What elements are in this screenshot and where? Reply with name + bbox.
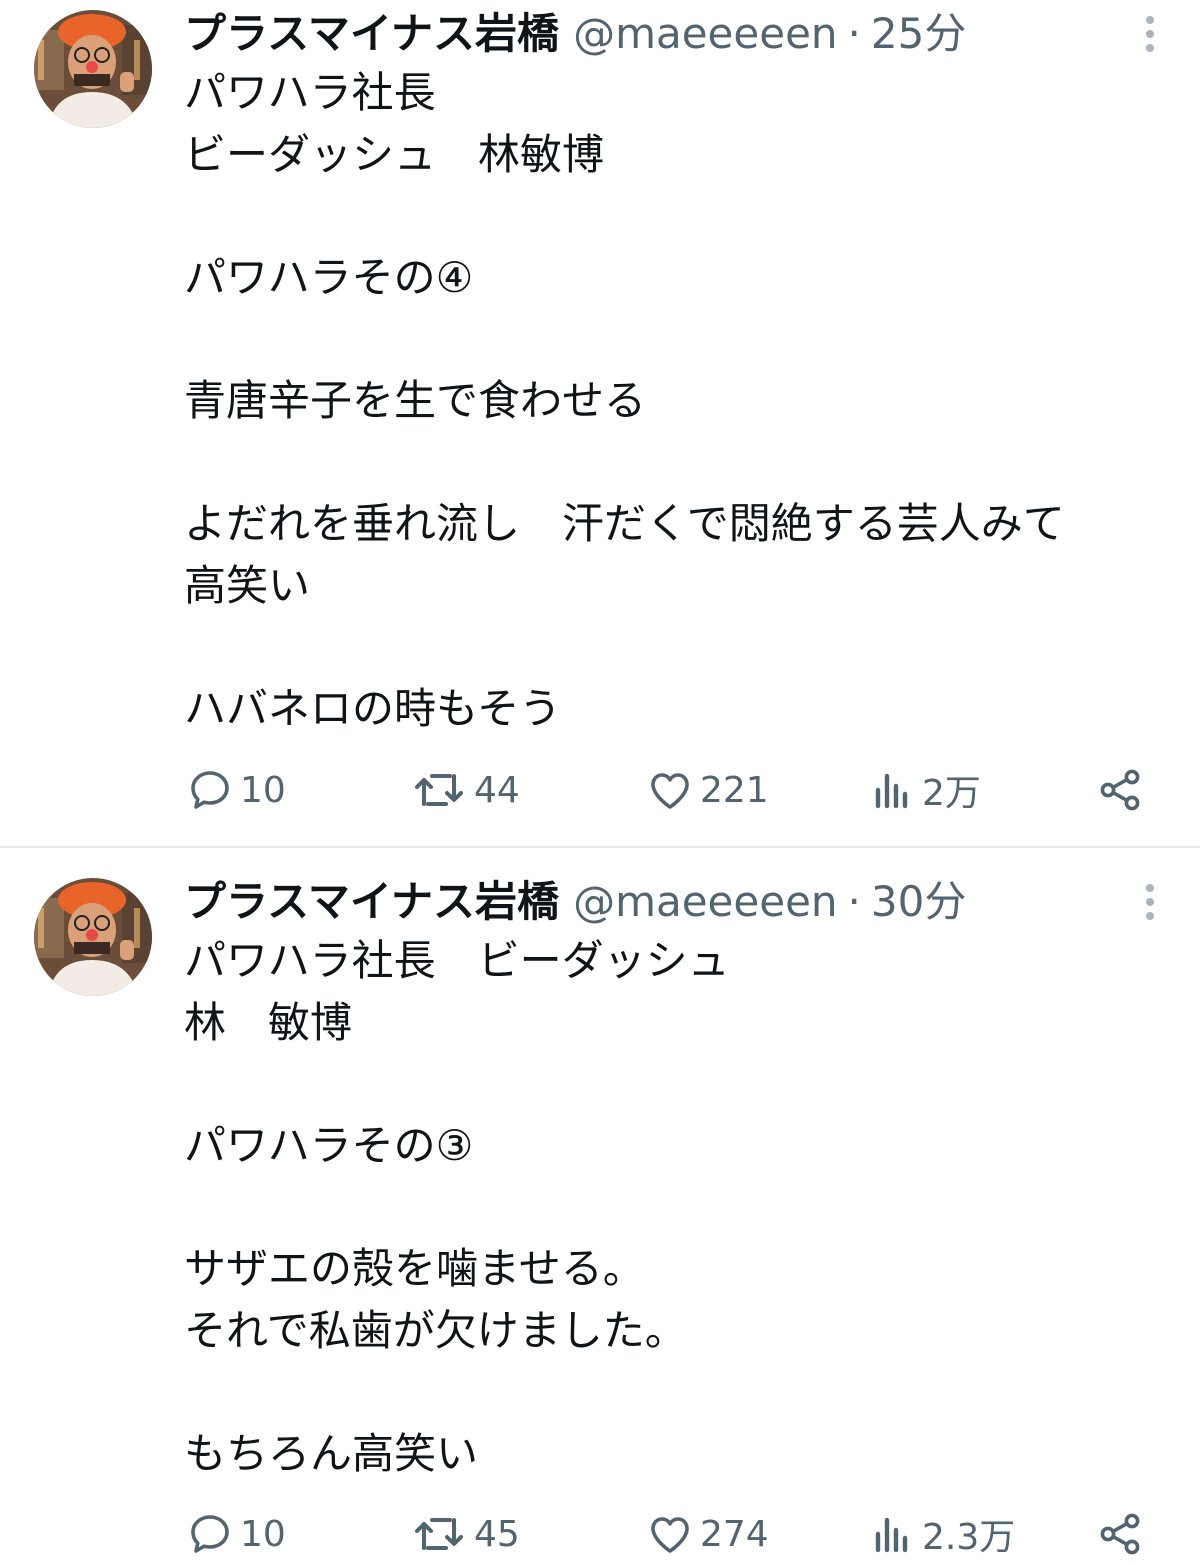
reply-icon [191,1515,229,1553]
repost-icon [415,774,463,806]
tweet-text-line: もちろん高笑い [184,1428,479,1478]
avatar[interactable] [34,10,152,128]
reply-count: 10 [240,1513,286,1555]
reply-button[interactable]: 10 [186,1504,286,1564]
repost-button[interactable]: 45 [412,1504,520,1564]
like-count: 274 [700,1513,769,1555]
tweet-text-line [184,185,1174,247]
tweet-text-line [184,1176,1174,1238]
tweet-text-line: よだれを垂れ流し 汗だくで悶絶する芸人みて [184,499,1065,549]
repost-count: 44 [474,769,520,811]
repost-count: 45 [474,1513,520,1555]
views-icon [875,1517,908,1553]
tweet-text-line [184,616,1174,678]
timestamp[interactable]: 30分 [871,874,966,930]
reply-count: 10 [240,769,286,811]
views-button[interactable]: 2万 [868,760,981,820]
like-button[interactable]: 274 [646,1504,769,1564]
tweet-text-line [184,432,1174,494]
tweet[interactable]: プラスマイナス岩橋 @maeeeeen · 30分 パワハラ社長 ビーダッシュ … [0,868,1200,1558]
reply-icon [191,771,229,809]
tweet-text-line: 高笑い [184,560,311,610]
tweet-text-line [184,1053,1174,1115]
display-name[interactable]: プラスマイナス岩橋 [184,874,559,930]
user-handle[interactable]: @maeeeeen [573,874,837,930]
avatar[interactable] [34,878,152,996]
separator-dot: · [847,9,861,58]
like-icon [651,773,689,809]
views-button[interactable]: 2.3万 [868,1504,1015,1564]
share-button[interactable] [1096,760,1150,820]
reply-button[interactable]: 10 [186,760,286,820]
timestamp[interactable]: 25分 [871,6,966,62]
repost-icon [415,1518,463,1550]
tweet-text-line: それで私歯が欠けました。 [184,1305,687,1355]
tweet-text-line: 青唐辛子を生で食わせる [184,375,647,425]
separator-dot: · [847,877,861,926]
share-icon [1100,1513,1140,1555]
tweet-text-line: パワハラその④ [184,252,474,302]
tweet-text-line [184,1361,1174,1423]
tweet-header: プラスマイナス岩橋 @maeeeeen · 25分 [184,6,966,62]
tweet-text-line: サザエの殻を噛ませる。 [184,1243,645,1293]
views-icon [875,773,908,809]
views-count: 2.3万 [922,1517,1016,1558]
tweet-text-line: 林 敏博 [184,997,353,1047]
tweet-header: プラスマイナス岩橋 @maeeeeen · 30分 [184,874,966,930]
more-icon[interactable] [1138,14,1162,58]
tweet-text-line: パワハラその③ [184,1120,474,1170]
tweet-text: パワハラ社長 ビーダッシュ 林敏博 パワハラその④ 青唐辛子を生で食わせる よだ… [184,62,1174,740]
tweet-text-line: パワハラ社長 ビーダッシュ [184,936,730,985]
tweet-text-line: パワハラ社長 [184,68,436,117]
tweet-actions: 10 45 274 2.3万 [0,1504,1200,1564]
like-icon [651,1517,689,1553]
tweet-text-line: ハバネロの時もそう [184,683,562,733]
views-count: 2万 [922,773,981,814]
display-name[interactable]: プラスマイナス岩橋 [184,6,559,62]
share-icon [1100,769,1140,811]
tweet-divider [0,846,1200,848]
like-count: 221 [700,769,769,811]
share-button[interactable] [1096,1504,1150,1564]
tweet[interactable]: プラスマイナス岩橋 @maeeeeen · 25分 パワハラ社長 ビーダッシュ … [0,0,1200,848]
tweet-actions: 10 44 221 2万 [0,760,1200,820]
more-icon[interactable] [1138,882,1162,926]
user-handle[interactable]: @maeeeeen [573,6,837,62]
tweet-text-line [184,308,1174,370]
like-button[interactable]: 221 [646,760,769,820]
tweet-text-line: ビーダッシュ 林敏博 [184,129,605,179]
repost-button[interactable]: 44 [412,760,520,820]
tweet-text: パワハラ社長 ビーダッシュ 林 敏博 パワハラその③ サザエの殻を噛ませる。 そ… [184,930,1174,1484]
